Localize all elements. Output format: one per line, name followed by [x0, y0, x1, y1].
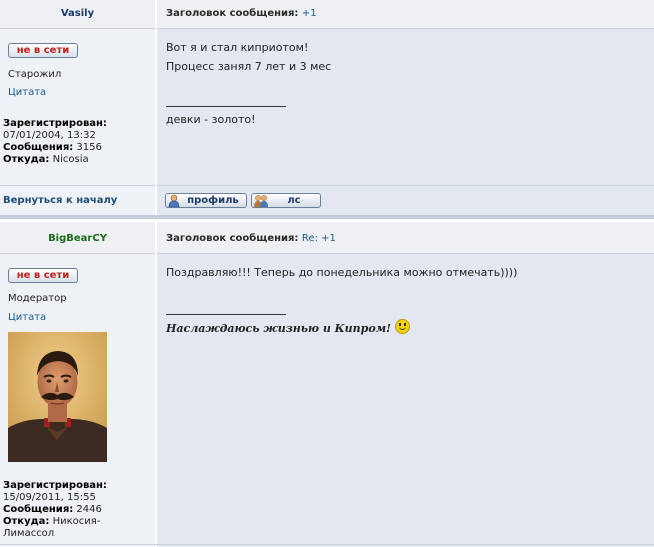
post1-registered-label: Зарегистрирован:: [3, 118, 107, 129]
post2-author-header: BigBearCY: [0, 222, 155, 253]
post2-user-info: Зарегистрирован: 15/09/2011, 15:55 Сообщ…: [3, 480, 107, 540]
post2-posts-value: 2446: [76, 504, 102, 515]
post1-title: Заголовок сообщения: +1: [166, 8, 317, 19]
post2-username[interactable]: BigBearCY: [0, 233, 155, 244]
user-icon: [168, 194, 180, 207]
post1-title-value: +1: [301, 8, 317, 19]
post1-posts-value: 3156: [76, 142, 102, 153]
profile-button[interactable]: профиль: [165, 193, 247, 208]
post2-registered-value: 15/09/2011, 15:55: [3, 492, 96, 503]
post1-author-header: Vasily: [0, 0, 155, 28]
post1-quote-link[interactable]: Цитата: [8, 87, 46, 98]
signature-divider: [166, 106, 286, 107]
post1-author-panel: не в сети Старожил Цитата Зарегистрирова…: [0, 29, 155, 185]
pm-button[interactable]: лс: [251, 193, 321, 208]
divider: [0, 544, 654, 545]
signature-divider: [166, 314, 286, 315]
post2-from-value-line2: Лимассол: [3, 528, 55, 539]
post1-title-label: Заголовок сообщения:: [166, 8, 299, 19]
post2-signature: Наслаждаюсь жизнью и Кипром!: [166, 322, 391, 335]
post2-from-value-line1: Никосия-: [52, 516, 101, 527]
post1-body: Вот я и стал киприотом! Процесс занял 7 …: [157, 29, 654, 185]
post2-title-label: Заголовок сообщения:: [166, 233, 299, 244]
post2-registered-label: Зарегистрирован:: [3, 480, 107, 491]
post2-rank: Модератор: [8, 293, 67, 304]
post2-title: Заголовок сообщения: Re: +1: [166, 233, 336, 244]
post1-footer-right: профиль лс: [157, 186, 654, 215]
post2-from-label: Откуда:: [3, 516, 50, 527]
post1-username[interactable]: Vasily: [0, 8, 155, 19]
column-separator: [155, 0, 157, 215]
post1-title-header: Заголовок сообщения: +1: [157, 0, 654, 28]
post2-body: Поздравляю!!! Теперь до понедельника мож…: [157, 254, 654, 547]
post1-from-value: Nicosia: [52, 154, 89, 165]
post1-message-line1: Вот я и стал киприотом!: [166, 41, 309, 54]
post1-offline-button[interactable]: не в сети: [8, 43, 78, 58]
post1-footer-left: Вернуться к началу: [0, 186, 155, 215]
post1-signature: девки - золото!: [166, 113, 256, 126]
pm-button-label: лс: [287, 195, 301, 206]
post2-avatar: [8, 332, 107, 462]
post2-posts-label: Сообщения:: [3, 504, 74, 515]
post1-posts-label: Сообщения:: [3, 142, 74, 153]
post1-rank: Старожил: [8, 69, 62, 80]
smiley-icon: [394, 319, 410, 334]
forum-thread: Vasily Заголовок сообщения: +1 не в сети…: [0, 0, 654, 547]
post2-message: Поздравляю!!! Теперь до понедельника мож…: [166, 266, 518, 279]
post1-message: Вот я и стал киприотом! Процесс занял 7 …: [166, 38, 331, 76]
post2-signature-wrap: Наслаждаюсь жизнью и Кипром!: [166, 319, 410, 335]
profile-button-label: профиль: [187, 195, 239, 206]
users-icon: [254, 195, 268, 207]
post1-message-line2: Процесс занял 7 лет и 3 мес: [166, 60, 332, 73]
post1-from-label: Откуда:: [3, 154, 50, 165]
post2-title-value: Re: +1: [301, 233, 336, 244]
post1-registered-value: 07/01/2004, 13:32: [3, 130, 96, 141]
column-separator: [155, 222, 157, 547]
post1-user-info: Зарегистрирован: 07/01/2004, 13:32 Сообщ…: [3, 118, 107, 166]
back-to-top-link[interactable]: Вернуться к началу: [3, 195, 117, 206]
post2-offline-button[interactable]: не в сети: [8, 268, 78, 283]
post2-quote-link[interactable]: Цитата: [8, 312, 46, 323]
post2-title-header: Заголовок сообщения: Re: +1: [157, 222, 654, 253]
